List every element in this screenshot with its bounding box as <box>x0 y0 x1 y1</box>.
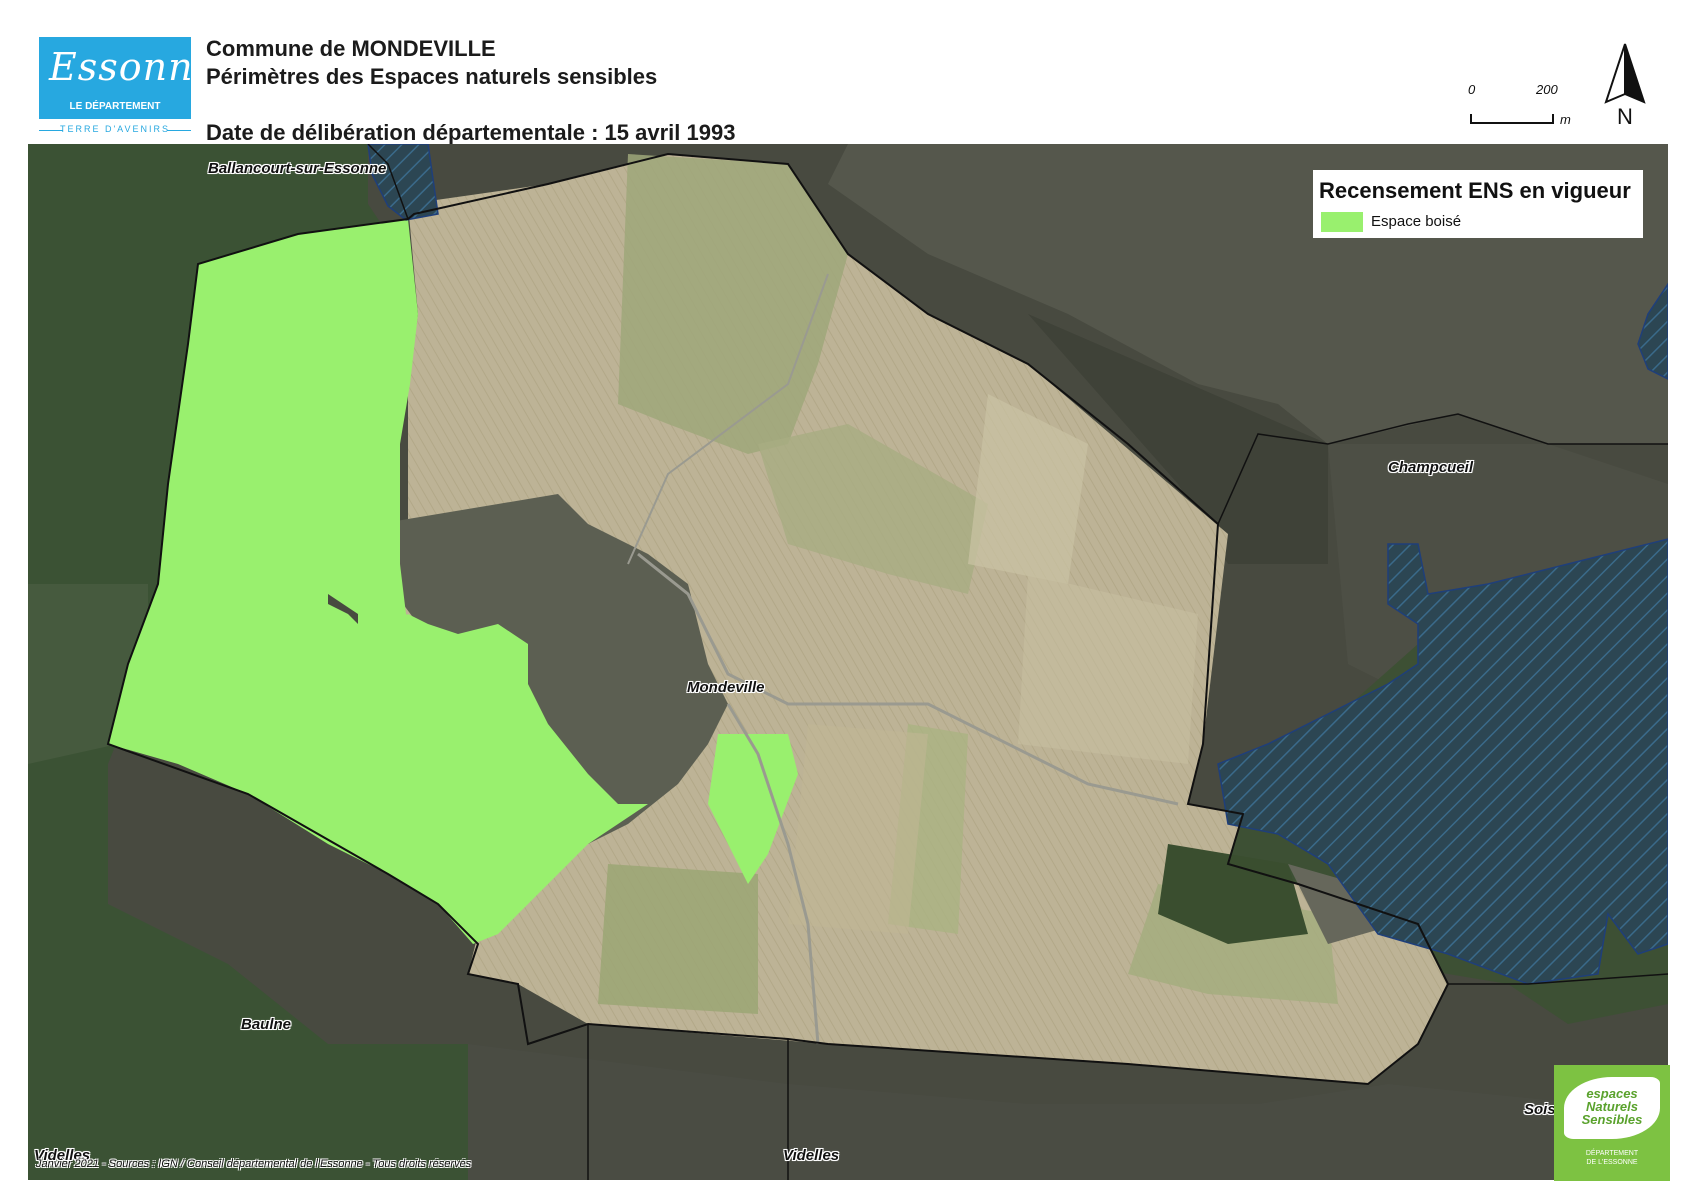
place-label-champcueil: Champcueil <box>1388 459 1474 476</box>
legend-label-espace-boise: Espace boisé <box>1371 213 1462 230</box>
map-legend: Recensement ENS en vigueur Espace boisé <box>1313 170 1643 238</box>
essonne-tagline: TERRE D'AVENIRS <box>59 124 171 134</box>
scale-start-label: 0 <box>1468 82 1476 97</box>
ens-logo-sub2: DE L'ESSONNE <box>1586 1159 1638 1166</box>
essonne-logo-subtitle: LE DÉPARTEMENT <box>69 101 161 112</box>
page-title: Commune de MONDEVILLE <box>206 36 496 61</box>
place-label-videlles: Videlles <box>783 1147 840 1164</box>
scale-end-label: 200 <box>1536 82 1558 97</box>
legend-title: Recensement ENS en vigueur <box>1319 178 1631 203</box>
place-label-soisy: Sois <box>1524 1101 1556 1118</box>
field-block <box>788 724 928 934</box>
essonne-logo-script: Essonne <box>49 45 218 89</box>
ens-logo-line3: Sensibles <box>1581 1112 1643 1127</box>
scale-unit-label: m <box>1560 112 1571 127</box>
place-label-ballancourt: Ballancourt-sur-Essonne <box>208 160 387 177</box>
legend-swatch-espace-boise <box>1321 212 1363 232</box>
scale-bar-line <box>1470 114 1554 124</box>
crop-field <box>598 864 758 1014</box>
scale-bar: 0 200 m <box>1468 82 1588 132</box>
page-subtitle: Périmètres des Espaces naturels sensible… <box>206 64 658 89</box>
ens-logo-text: espaces Naturels Sensibles <box>1570 1087 1654 1126</box>
place-label-mondeville: Mondeville <box>687 679 765 696</box>
ens-logo: espaces Naturels Sensibles DÉPARTEMENT D… <box>1554 1065 1670 1181</box>
ens-logo-sub1: DÉPARTEMENT <box>1585 1150 1639 1157</box>
essonne-logo: Essonne LE DÉPARTEMENT <box>39 37 216 119</box>
map-credits: Janvier 2021 - Sources : IGN / Conseil d… <box>36 1158 472 1170</box>
place-label-baulne: Baulne <box>241 1016 292 1033</box>
north-arrow-icon: N <box>1600 42 1650 129</box>
north-label: N <box>1617 104 1633 126</box>
deliberation-date: Date de délibération départementale : 15… <box>206 120 736 145</box>
ens-logo-subtitle: DÉPARTEMENT DE L'ESSONNE <box>1554 1149 1670 1167</box>
